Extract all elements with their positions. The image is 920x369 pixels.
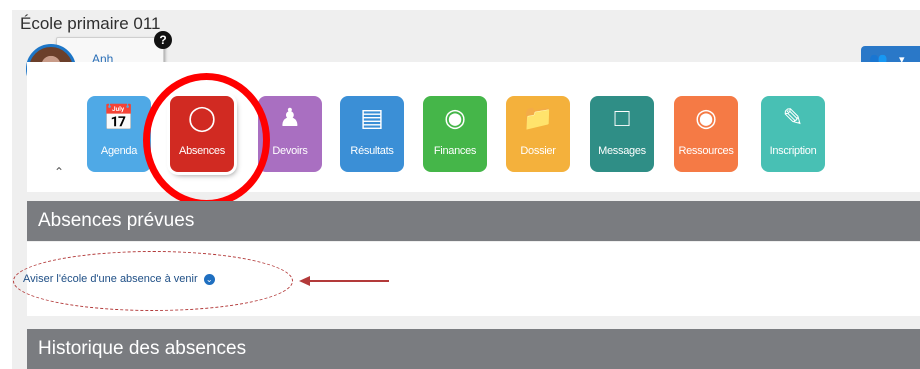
tile-dossier[interactable]: 📁 Dossier bbox=[506, 96, 570, 172]
tile-devoirs[interactable]: ♟ Devoirs bbox=[258, 96, 322, 172]
tile-label: Messages bbox=[598, 145, 646, 157]
tile-label: Résultats bbox=[350, 145, 394, 157]
folder-icon: 📁 bbox=[522, 104, 554, 132]
tile-label: Agenda bbox=[100, 145, 138, 157]
calendar-icon: 📅 bbox=[103, 104, 135, 132]
tile-label: Finances bbox=[433, 145, 477, 157]
tile-ressources[interactable]: ◉ Ressources bbox=[674, 96, 738, 172]
tile-label: Dossier bbox=[520, 145, 556, 157]
tile-inscription[interactable]: ✎ Inscription bbox=[761, 96, 825, 172]
tile-label: Absences bbox=[179, 145, 225, 157]
tile-label: Ressources bbox=[678, 145, 734, 157]
tile-messages[interactable]: □ Messages bbox=[590, 96, 654, 172]
school-title: École primaire 011 bbox=[20, 14, 161, 33]
section-header-history: Historique des absences bbox=[27, 329, 920, 369]
tile-agenda[interactable]: 📅 Agenda bbox=[87, 96, 151, 172]
notify-absence-label: Aviser l'école d'une absence à venir bbox=[23, 273, 198, 285]
section-header-planned: Absences prévues bbox=[27, 201, 920, 241]
hand-coin-icon: ◉ bbox=[695, 104, 717, 132]
tile-resultats[interactable]: ▤ Résultats bbox=[340, 96, 404, 172]
tile-absences[interactable]: ◯ Absences bbox=[170, 96, 234, 172]
dollar-coin-icon: ◉ bbox=[444, 104, 466, 132]
help-icon[interactable]: ? bbox=[154, 31, 172, 49]
tile-label: Inscription bbox=[769, 145, 817, 157]
notify-absence-link[interactable]: Aviser l'école d'une absence à venir ⌄ bbox=[23, 273, 215, 285]
person-book-icon: ♟ bbox=[278, 104, 302, 132]
tile-label: Devoirs bbox=[272, 145, 308, 157]
form-edit-icon: ✎ bbox=[782, 104, 804, 132]
tile-finances[interactable]: ◉ Finances bbox=[423, 96, 487, 172]
bar-chart-icon: ▤ bbox=[360, 104, 384, 132]
collapse-up-icon[interactable]: ⌃ bbox=[54, 165, 64, 179]
chevron-down-icon: ⌄ bbox=[203, 273, 215, 285]
note-message-icon: □ bbox=[614, 104, 630, 132]
absence-person-icon: ◯ bbox=[188, 104, 216, 132]
